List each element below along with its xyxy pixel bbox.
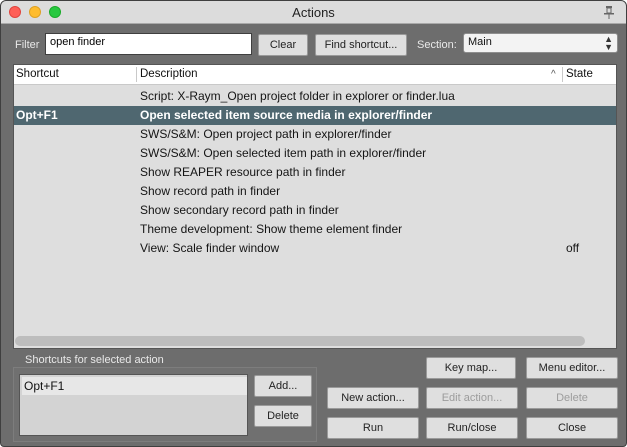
header-description[interactable]: Description bbox=[140, 68, 198, 80]
shortcuts-label: Shortcuts for selected action bbox=[25, 354, 164, 366]
table-body: Script: X-Raym_Open project folder in ex… bbox=[14, 87, 616, 258]
header-shortcut[interactable]: Shortcut bbox=[16, 68, 59, 80]
filter-input[interactable]: open finder bbox=[45, 33, 252, 55]
row-description: Theme development: Show theme element fi… bbox=[140, 222, 403, 236]
find-shortcut-button[interactable]: Find shortcut... bbox=[315, 34, 407, 56]
row-description: Show REAPER resource path in finder bbox=[140, 165, 346, 179]
header-divider[interactable] bbox=[562, 67, 563, 82]
run-button[interactable]: Run bbox=[327, 417, 419, 439]
row-description: View: Scale finder window bbox=[140, 241, 280, 255]
table-header: Shortcut Description ^ State bbox=[14, 65, 616, 85]
table-row[interactable]: Show record path in finder bbox=[14, 182, 616, 201]
row-shortcut: Opt+F1 bbox=[16, 108, 58, 122]
row-description: SWS/S&M: Open selected item path in expl… bbox=[140, 146, 427, 160]
row-description: SWS/S&M: Open project path in explorer/f… bbox=[140, 127, 392, 141]
header-divider[interactable] bbox=[136, 67, 137, 82]
table-row[interactable]: Script: X-Raym_Open project folder in ex… bbox=[14, 87, 616, 106]
delete-shortcut-button[interactable]: Delete bbox=[254, 405, 312, 427]
run-close-button[interactable]: Run/close bbox=[426, 417, 518, 439]
row-description: Show record path in finder bbox=[140, 184, 281, 198]
actions-window: Actions Filter open finder Clear Find sh… bbox=[0, 0, 627, 447]
menu-editor-button[interactable]: Menu editor... bbox=[526, 357, 618, 379]
key-map-button[interactable]: Key map... bbox=[426, 357, 516, 379]
section-select-value: Main bbox=[468, 36, 492, 48]
row-description: Script: X-Raym_Open project folder in ex… bbox=[140, 89, 455, 103]
shortcut-item[interactable]: Opt+F1 bbox=[22, 377, 247, 395]
row-state: off bbox=[566, 241, 580, 255]
table-row[interactable]: View: Scale finder window off bbox=[14, 239, 616, 258]
table-row[interactable]: SWS/S&M: Open selected item path in expl… bbox=[14, 144, 616, 163]
row-description: Show secondary record path in finder bbox=[140, 203, 339, 217]
horizontal-scrollbar[interactable] bbox=[15, 336, 585, 346]
close-button[interactable]: Close bbox=[526, 417, 618, 439]
table-row[interactable]: Show secondary record path in finder bbox=[14, 201, 616, 220]
add-shortcut-button[interactable]: Add... bbox=[254, 375, 312, 397]
table-row[interactable]: Show REAPER resource path in finder bbox=[14, 163, 616, 182]
clear-button[interactable]: Clear bbox=[258, 34, 308, 56]
pin-icon[interactable] bbox=[601, 4, 617, 20]
new-action-button[interactable]: New action... bbox=[327, 387, 419, 409]
title-bar: Actions bbox=[1, 1, 626, 24]
chevron-updown-icon: ▲ ▼ bbox=[604, 34, 613, 52]
table-row[interactable]: Theme development: Show theme element fi… bbox=[14, 220, 616, 239]
shortcuts-list: Opt+F1 bbox=[19, 374, 248, 436]
actions-table: Shortcut Description ^ State Script: X-R… bbox=[13, 64, 617, 349]
section-select[interactable]: Main ▲ ▼ bbox=[463, 33, 618, 53]
table-row-selected[interactable]: Opt+F1 Open selected item source media i… bbox=[14, 106, 616, 125]
header-state[interactable]: State bbox=[566, 68, 593, 80]
sort-ascending-icon: ^ bbox=[551, 69, 556, 80]
row-description: Open selected item source media in explo… bbox=[140, 108, 433, 122]
section-label: Section: bbox=[417, 39, 457, 51]
table-row[interactable]: SWS/S&M: Open project path in explorer/f… bbox=[14, 125, 616, 144]
delete-action-button[interactable]: Delete bbox=[526, 387, 618, 409]
filter-label: Filter bbox=[15, 39, 40, 51]
edit-action-button[interactable]: Edit action... bbox=[426, 387, 518, 409]
window-title: Actions bbox=[292, 5, 335, 20]
